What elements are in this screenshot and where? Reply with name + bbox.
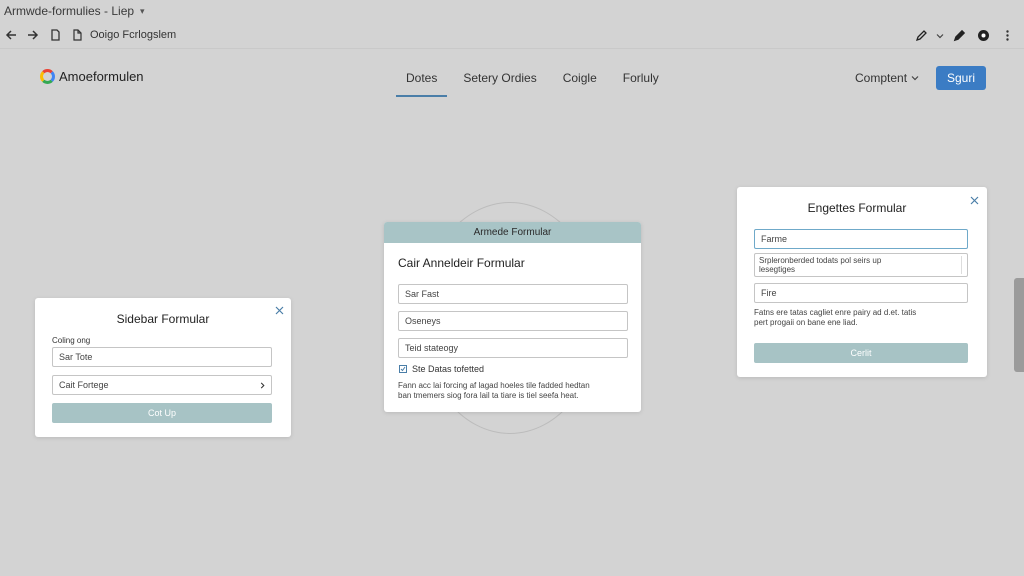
submit-button[interactable]: Cot Up [52, 403, 272, 423]
url-field[interactable]: Ooigo Fcrlogslem [90, 29, 176, 41]
textarea[interactable]: Srpleronberded todats pol seirs up leseg… [754, 253, 968, 277]
note-line: pert progaii on bane ene liad. [754, 318, 858, 327]
forward-arrow-icon[interactable] [22, 24, 44, 46]
signin-button[interactable]: Sguri [936, 66, 986, 90]
note-line: Fann acc lai forcing af lagad hoeles til… [398, 381, 590, 390]
text-input[interactable]: Sar Fast [398, 284, 628, 304]
text-input[interactable]: Oseneys [398, 311, 628, 331]
checkbox[interactable] [399, 365, 407, 373]
text-input[interactable]: Teid stateogy [398, 338, 628, 358]
note-line: ban tmemers siog fora lail ta tiare is t… [398, 391, 579, 400]
tab-title[interactable]: Armwde-formulies - Liep [4, 4, 134, 18]
compliment-label: Comptent [855, 71, 908, 85]
nav-link-4[interactable]: Forluly [613, 61, 669, 97]
back-arrow-icon[interactable] [0, 24, 22, 46]
right-form-card: Engettes Formular Farme Srpleronberded t… [737, 187, 987, 377]
textarea-line: lesegtiges [759, 265, 796, 274]
browser-toolbar: Ooigo Fcrlogslem [0, 22, 1024, 48]
card-title: Cair Anneldeir Formular [398, 256, 525, 270]
checkbox-label: Ste Datas tofetted [412, 364, 485, 374]
pen-icon[interactable] [912, 26, 930, 44]
textarea-line: Srpleronberded todats pol seirs up [759, 256, 882, 265]
card-header: Armede Formular [384, 222, 641, 243]
text-input[interactable]: Fire [754, 283, 968, 303]
page-icon[interactable] [44, 24, 66, 46]
more-vert-icon[interactable] [998, 26, 1016, 44]
field-label: Coling ong [52, 336, 91, 345]
close-icon[interactable] [968, 194, 980, 206]
textarea-resize-handle[interactable] [961, 256, 965, 274]
nav-link-1[interactable]: Dotes [396, 61, 448, 97]
compliment-dropdown[interactable]: Comptent [855, 71, 919, 85]
nav-link-3[interactable]: Coigle [553, 61, 607, 97]
site-header: Amoeformulen Dotes Setery Ordies Coigle … [0, 49, 1024, 109]
side-scroll-handle[interactable] [1014, 278, 1024, 372]
select-value: Cait Fortege [59, 380, 109, 390]
submit-button[interactable]: Cerlit [754, 343, 968, 363]
chevron-down-icon [911, 76, 919, 81]
main-nav: Dotes Setery Ordies Coigle Forluly [396, 61, 675, 97]
check-icon [400, 366, 406, 372]
sidebar-form-card: Sidebar Formular Coling ong Sar Tote Cai… [35, 298, 291, 437]
edit-icon[interactable] [950, 26, 968, 44]
note-line: Fatns ere tatas cagliet enre pairy ad d.… [754, 308, 917, 317]
text-input-focused[interactable]: Farme [754, 229, 968, 249]
tab-chevron-down-icon[interactable]: ▾ [140, 6, 145, 17]
center-form-card: Armede Formular Cair Anneldeir Formular … [384, 222, 641, 412]
close-icon[interactable] [273, 304, 285, 316]
brand[interactable]: Amoeformulen [40, 69, 144, 84]
nav-link-2[interactable]: Setery Ordies [453, 61, 546, 97]
record-icon[interactable] [974, 26, 992, 44]
browser-actions [912, 22, 1016, 48]
select-field[interactable]: Cait Fortege [52, 375, 272, 395]
browser-tab-bar: Armwde-formulies - Liep ▾ [0, 0, 1024, 22]
card-title: Engettes Formular [807, 201, 907, 215]
text-input[interactable]: Sar Tote [52, 347, 272, 367]
google-logo-icon [40, 69, 55, 84]
card-title: Sidebar Formular [116, 312, 210, 326]
brand-name: Amoeformulen [59, 69, 144, 84]
chevron-down-icon[interactable] [936, 26, 944, 44]
chevron-right-icon [260, 382, 265, 389]
document-icon[interactable] [66, 24, 88, 46]
